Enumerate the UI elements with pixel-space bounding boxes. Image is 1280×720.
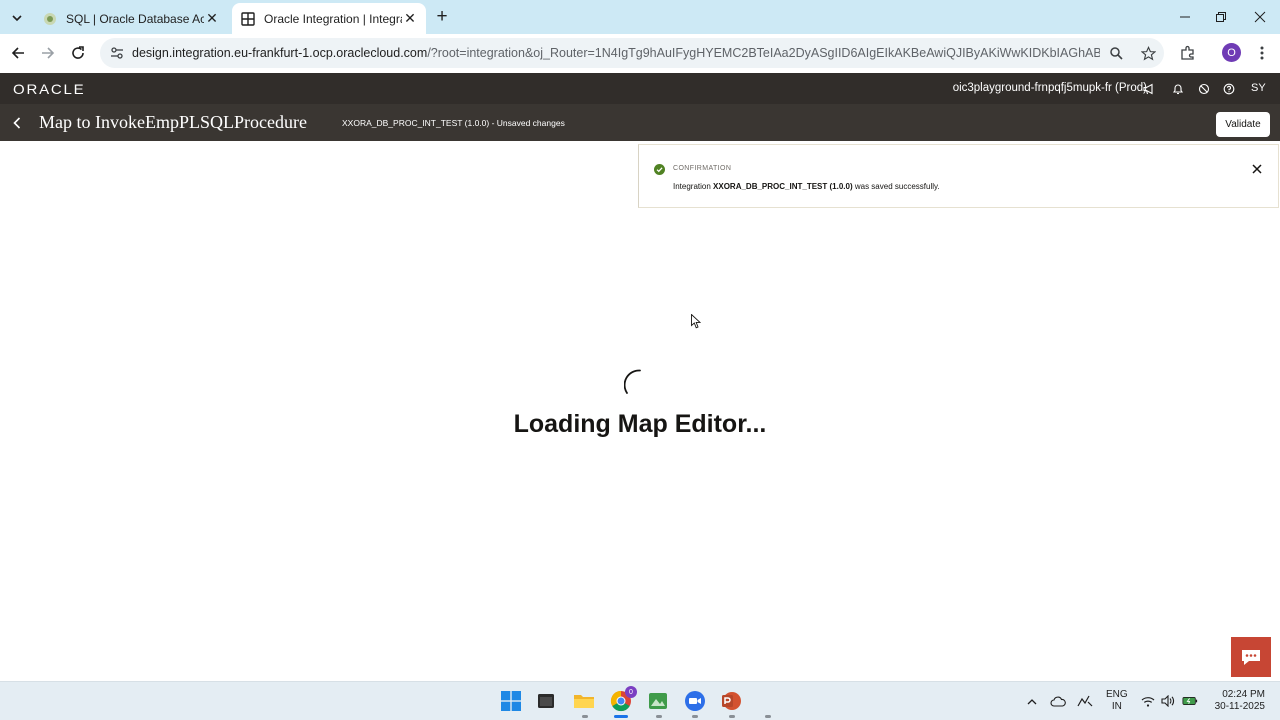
profile-avatar[interactable]: O bbox=[1222, 43, 1241, 62]
page-header: Map to InvokeEmpPLSQLProcedure XXORA_DB_… bbox=[0, 104, 1280, 141]
close-icon[interactable]: ✕ bbox=[402, 10, 418, 27]
back-button[interactable] bbox=[9, 113, 25, 133]
toast-heading: CONFIRMATION bbox=[673, 165, 732, 172]
zoom-app-icon[interactable] bbox=[683, 689, 707, 713]
arrow-left-icon bbox=[11, 47, 24, 59]
oracle-app-header: ORACLE oic3playground-frnpqfj5mupk-fr (P… bbox=[0, 73, 1280, 104]
oracle-logo[interactable]: ORACLE bbox=[13, 81, 86, 97]
url-host: design.integration.eu-frankfurt-1.ocp.or… bbox=[132, 46, 428, 60]
environment-label: oic3playground-frnpqfj5mupk-fr (Prod) bbox=[952, 82, 1147, 94]
success-check-icon bbox=[654, 164, 665, 175]
taskbar-running-indicator bbox=[692, 715, 698, 718]
chat-assistant-button[interactable] bbox=[1231, 637, 1271, 677]
user-menu[interactable]: SY bbox=[1251, 82, 1266, 94]
toast-close-button[interactable] bbox=[1250, 162, 1264, 176]
arrow-right-icon bbox=[42, 47, 55, 59]
bookmark-star-icon[interactable] bbox=[1138, 43, 1158, 63]
more-menu-icon[interactable] bbox=[1252, 43, 1272, 63]
clock-time: 02:24 PM bbox=[1222, 689, 1265, 700]
tab-title: Oracle Integration | Integration bbox=[264, 11, 402, 26]
url-path: /?root=integration&oj_Router=1N4IgTg9hAu… bbox=[427, 46, 1100, 60]
taskbar-running-indicator bbox=[656, 715, 662, 718]
minimize-window-button[interactable] bbox=[1174, 6, 1196, 28]
toast-message-prefix: Integration bbox=[673, 182, 714, 191]
back-button[interactable] bbox=[8, 43, 28, 63]
windows-taskbar: 0 ENG IN 02:24 PM 30-11-2025 bbox=[0, 681, 1280, 720]
page-title: Map to InvokeEmpPLSQLProcedure bbox=[39, 112, 307, 132]
browser-toolbar: design.integration.eu-frankfurt-1.ocp.or… bbox=[0, 34, 1280, 72]
close-icon bbox=[1254, 11, 1266, 23]
oracle-integration-favicon-icon bbox=[240, 11, 256, 27]
forward-button[interactable] bbox=[38, 43, 58, 63]
tab-title: SQL | Oracle Database Actions bbox=[66, 11, 204, 26]
taskbar-running-indicator bbox=[765, 715, 771, 718]
chrome-app-icon[interactable]: 0 bbox=[609, 686, 637, 713]
address-bar[interactable]: design.integration.eu-frankfurt-1.ocp.or… bbox=[100, 38, 1164, 68]
onedrive-cloud-icon[interactable] bbox=[1050, 693, 1066, 709]
reload-button[interactable] bbox=[68, 43, 88, 63]
taskbar-active-indicator bbox=[614, 715, 628, 718]
tab-search-button[interactable] bbox=[7, 8, 27, 28]
chrome-profile-badge: 0 bbox=[625, 686, 637, 698]
battery-charging-icon[interactable] bbox=[1182, 693, 1198, 709]
loading-spinner-icon bbox=[624, 369, 641, 394]
confirmation-toast: CONFIRMATION Integration XXORA_DB_PROC_I… bbox=[638, 144, 1279, 208]
taskbar-running-indicator bbox=[729, 715, 735, 718]
integration-status-text: XXORA_DB_PROC_INT_TEST (1.0.0) - Unsaved… bbox=[342, 118, 565, 128]
file-explorer-icon[interactable] bbox=[572, 689, 596, 713]
toast-message: Integration XXORA_DB_PROC_INT_TEST (1.0.… bbox=[673, 182, 940, 191]
close-icon bbox=[1252, 164, 1262, 174]
toast-message-suffix: was saved successfully. bbox=[852, 182, 940, 191]
browser-tabstrip: SQL | Oracle Database Actions ✕ Oracle I… bbox=[0, 0, 1280, 34]
windows-start-icon[interactable] bbox=[499, 689, 523, 713]
loading-message: Loading Map Editor... bbox=[513, 410, 767, 438]
announcements-icon[interactable] bbox=[1141, 81, 1157, 97]
terminal-app-icon[interactable] bbox=[534, 689, 558, 713]
site-settings-icon[interactable] bbox=[108, 44, 126, 62]
toast-integration-name: XXORA_DB_PROC_INT_TEST (1.0.0) bbox=[713, 182, 853, 191]
chevron-down-icon bbox=[12, 15, 22, 22]
taskbar-clock[interactable]: 02:24 PM 30-11-2025 bbox=[1208, 689, 1265, 713]
pen-input-icon[interactable] bbox=[1077, 693, 1093, 709]
tab-oracle-integration[interactable]: Oracle Integration | Integration ✕ bbox=[232, 3, 426, 34]
status-icon[interactable] bbox=[1196, 81, 1212, 97]
extensions-icon[interactable] bbox=[1178, 43, 1198, 63]
database-actions-favicon-icon bbox=[42, 11, 58, 27]
show-hidden-icons-chevron-icon[interactable] bbox=[1024, 693, 1040, 709]
close-icon[interactable]: ✕ bbox=[204, 10, 220, 27]
volume-speaker-icon[interactable] bbox=[1160, 693, 1176, 709]
close-window-button[interactable] bbox=[1249, 6, 1271, 28]
language-code: ENG bbox=[1106, 689, 1128, 700]
url-text: design.integration.eu-frankfurt-1.ocp.or… bbox=[132, 46, 1100, 60]
restore-window-button[interactable] bbox=[1210, 6, 1232, 28]
tab-sql-database-actions[interactable]: SQL | Oracle Database Actions ✕ bbox=[32, 3, 228, 34]
clock-date: 30-11-2025 bbox=[1214, 701, 1265, 712]
taskbar-running-indicator bbox=[582, 715, 588, 718]
language-region: IN bbox=[1111, 701, 1122, 712]
validate-button[interactable]: Validate bbox=[1216, 112, 1270, 137]
reload-icon bbox=[72, 46, 84, 59]
wifi-icon[interactable] bbox=[1140, 693, 1156, 709]
chat-bubble-icon bbox=[1242, 649, 1260, 665]
notifications-bell-icon[interactable] bbox=[1170, 81, 1186, 97]
mouse-cursor-icon bbox=[691, 314, 701, 329]
help-icon[interactable] bbox=[1221, 81, 1237, 97]
minimize-icon bbox=[1180, 16, 1190, 18]
input-language-indicator[interactable]: ENG IN bbox=[1106, 689, 1128, 713]
chevron-left-icon bbox=[13, 117, 21, 129]
image-editor-app-icon[interactable] bbox=[646, 689, 670, 713]
powerpoint-app-icon[interactable] bbox=[719, 689, 743, 713]
restore-icon bbox=[1216, 12, 1226, 22]
zoom-icon[interactable] bbox=[1106, 43, 1126, 63]
new-tab-button[interactable]: + bbox=[432, 7, 452, 27]
